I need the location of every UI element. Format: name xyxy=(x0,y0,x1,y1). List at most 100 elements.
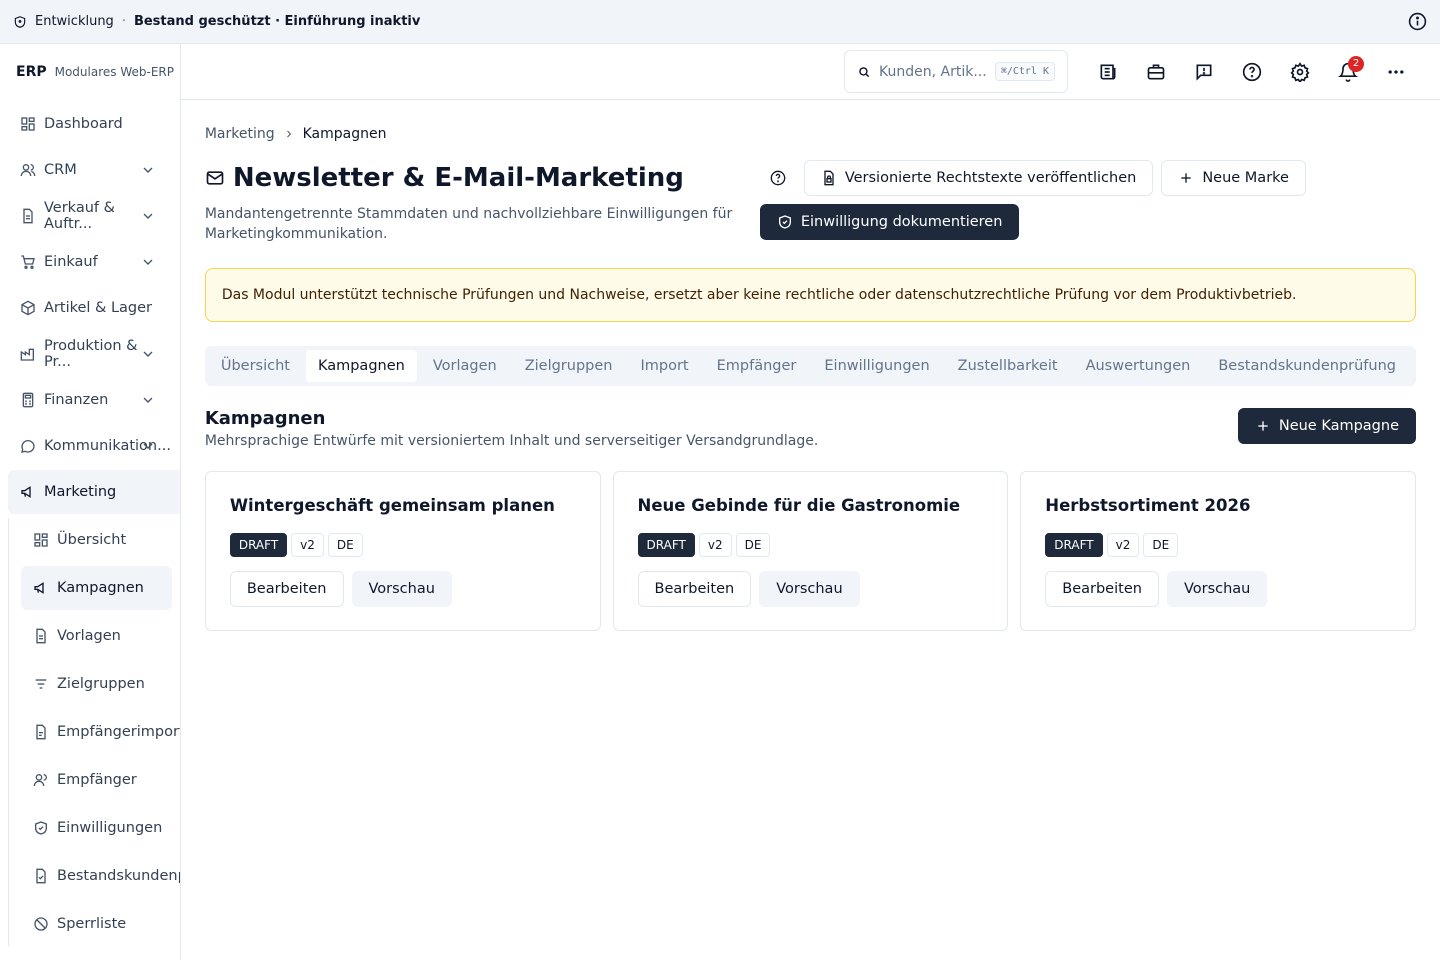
subnav-item-label: Einwilligungen xyxy=(57,820,163,836)
subnav-item-campaigns[interactable]: Kampagnen xyxy=(21,566,172,610)
document-icon xyxy=(33,628,49,644)
subnav-item-consents[interactable]: Einwilligungen xyxy=(21,806,172,850)
campaign-title: Wintergeschäft gemeinsam planen xyxy=(229,496,555,515)
megaphone-icon xyxy=(20,484,36,500)
tab-customer-check[interactable]: Bestandskundenprüfung xyxy=(1206,350,1408,382)
document-consent-button[interactable]: Einwilligung dokumentieren xyxy=(759,204,1020,240)
mail-icon xyxy=(205,168,225,188)
sidebar-item-inventory[interactable]: Artikel & Lager xyxy=(8,286,172,330)
subnav-item-label: Übersicht xyxy=(57,532,127,548)
subnav-item-blocklist[interactable]: Sperrliste xyxy=(21,902,172,946)
version-badge: v2 xyxy=(1106,533,1140,557)
section-subtitle: Mehrsprachige Entwürfe mit versioniertem… xyxy=(204,433,819,449)
subnav-item-overview[interactable]: Übersicht xyxy=(21,518,172,562)
message-alert-icon xyxy=(1194,62,1214,82)
preview-button[interactable]: Vorschau xyxy=(351,571,452,607)
tab-recipients[interactable]: Empfänger xyxy=(705,350,809,382)
preview-button[interactable]: Vorschau xyxy=(759,571,860,607)
cart-icon xyxy=(20,254,36,270)
sidebar-item-label: Einkauf xyxy=(44,254,98,270)
search-icon xyxy=(857,65,871,79)
help-button[interactable] xyxy=(1232,52,1272,92)
language-badge: DE xyxy=(327,533,363,557)
factory-icon xyxy=(20,346,36,362)
subnav-item-label: Vorlagen xyxy=(57,628,121,644)
preview-button[interactable]: Vorschau xyxy=(1166,571,1268,607)
environment-bar: Entwicklung · Bestand geschützt · Einfüh… xyxy=(0,0,1440,44)
info-icon[interactable] xyxy=(1407,12,1427,32)
edit-button[interactable]: Bearbeiten xyxy=(229,571,344,607)
search-input[interactable]: Kunden, Artik... ⌘/Ctrl K xyxy=(844,50,1068,93)
chevron-down-icon xyxy=(140,254,156,270)
sidebar-item-finance[interactable]: Finanzen xyxy=(8,378,172,422)
main-content: Kunden, Artik... ⌘/Ctrl K 2 Marketing Ka… xyxy=(180,44,1440,960)
import-icon xyxy=(33,724,49,740)
tab-audiences[interactable]: Zielgruppen xyxy=(513,350,625,382)
new-campaign-button[interactable]: Neue Kampagne xyxy=(1237,408,1416,444)
chevron-down-icon xyxy=(140,438,156,454)
sidebar-item-purchasing[interactable]: Einkauf xyxy=(8,240,172,284)
help-button[interactable] xyxy=(760,160,796,196)
megaphone-icon xyxy=(33,580,49,596)
users-icon xyxy=(33,772,49,788)
briefcase-icon xyxy=(1146,62,1166,82)
subnav-item-recipients[interactable]: Empfänger xyxy=(21,758,172,802)
version-badge: v2 xyxy=(291,533,324,557)
dashboard-icon xyxy=(20,116,36,132)
feedback-button[interactable] xyxy=(1184,52,1224,92)
brand[interactable]: ERP Modulares Web-ERP xyxy=(0,44,180,100)
tab-consents[interactable]: Einwilligungen xyxy=(812,350,941,382)
subnav-item-customer-check[interactable]: Bestandskundenprüf... xyxy=(21,854,180,898)
tab-campaigns[interactable]: Kampagnen xyxy=(305,350,417,382)
environment-label: Entwicklung xyxy=(35,14,114,29)
section-title: Kampagnen xyxy=(204,408,326,429)
notifications-button[interactable]: 2 xyxy=(1328,52,1368,92)
subnav-item-label: Zielgruppen xyxy=(57,676,145,692)
news-button[interactable] xyxy=(1088,52,1128,92)
breadcrumb-current: Kampagnen xyxy=(302,126,387,142)
settings-button[interactable] xyxy=(1280,52,1320,92)
button-label: Neue Marke xyxy=(1202,170,1289,186)
subnav-item-label: Bestandskundenprüf... xyxy=(57,868,180,884)
sidebar-item-crm[interactable]: CRM xyxy=(8,148,172,192)
chevron-down-icon xyxy=(140,392,156,408)
environment-status: Bestand geschützt · Einführung inaktiv xyxy=(133,14,421,29)
shield-icon xyxy=(13,15,27,29)
edit-button[interactable]: Bearbeiten xyxy=(1045,571,1159,607)
campaign-card: Neue Gebinde für die Gastronomie DRAFT v… xyxy=(612,471,1009,631)
subnav-item-templates[interactable]: Vorlagen xyxy=(21,614,172,658)
sidebar-item-communication[interactable]: Kommunikation... xyxy=(8,424,172,468)
tab-deliverability[interactable]: Zustellbarkeit xyxy=(946,350,1070,382)
subnav-item-recipient-import[interactable]: Empfängerimport xyxy=(21,710,180,754)
briefcase-button[interactable] xyxy=(1136,52,1176,92)
campaign-title: Neue Gebinde für die Gastronomie xyxy=(637,496,961,515)
page-title-text: Newsletter & E-Mail-Marketing xyxy=(232,163,684,193)
tab-templates[interactable]: Vorlagen xyxy=(421,350,509,382)
campaign-title: Herbstsortiment 2026 xyxy=(1045,496,1251,515)
sidebar-item-sales[interactable]: Verkauf & Auftr... xyxy=(8,194,172,238)
edit-button[interactable]: Bearbeiten xyxy=(637,571,752,607)
file-check-icon xyxy=(33,868,49,884)
publish-legal-texts-button[interactable]: Versionierte Rechtstexte veröffentlichen xyxy=(803,160,1154,196)
subnav-item-label: Empfänger xyxy=(57,772,137,788)
chevron-right-icon xyxy=(283,128,295,140)
page-title: Newsletter & E-Mail-Marketing xyxy=(205,160,760,196)
subnav-item-audiences[interactable]: Zielgruppen xyxy=(21,662,172,706)
tab-overview[interactable]: Übersicht xyxy=(209,350,302,382)
sidebar-item-marketing[interactable]: Marketing xyxy=(8,470,180,514)
language-badge: DE xyxy=(1143,533,1179,557)
sidebar-item-label: Artikel & Lager xyxy=(44,300,152,316)
status-badge: DRAFT xyxy=(229,533,288,557)
sidebar-item-production[interactable]: Produktion & Pr... xyxy=(8,332,172,376)
status-badge: DRAFT xyxy=(1045,533,1103,557)
sidebar-item-dashboard[interactable]: Dashboard xyxy=(8,102,172,146)
breadcrumb-parent[interactable]: Marketing xyxy=(205,126,275,142)
tab-import[interactable]: Import xyxy=(628,350,700,382)
tab-analytics[interactable]: Auswertungen xyxy=(1074,350,1203,382)
sidebar-item-label: Finanzen xyxy=(44,392,109,408)
subnav-item-label: Empfängerimport xyxy=(57,724,181,740)
message-icon xyxy=(20,438,36,454)
more-button[interactable] xyxy=(1376,52,1416,92)
new-brand-button[interactable]: Neue Marke xyxy=(1161,160,1306,196)
search-placeholder: Kunden, Artik... xyxy=(879,63,987,80)
